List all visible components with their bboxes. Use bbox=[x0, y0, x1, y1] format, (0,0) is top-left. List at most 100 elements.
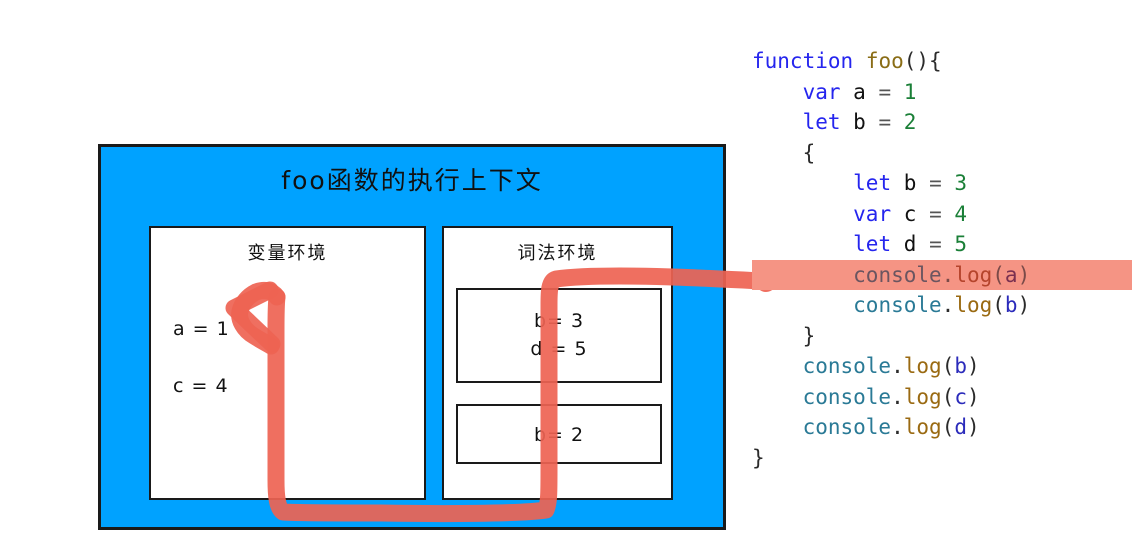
code-token-kw: let bbox=[853, 171, 892, 195]
code-token-punct: ( bbox=[992, 293, 1005, 317]
code-token-kw: let bbox=[802, 110, 841, 134]
code-line: console.log(b) bbox=[752, 290, 1132, 321]
code-token-obj: console bbox=[802, 354, 892, 378]
code-token-arg: a bbox=[1004, 262, 1018, 287]
code-token-punct: . bbox=[941, 293, 955, 317]
code-token-kw: var bbox=[853, 201, 892, 226]
code-token-num: 5 bbox=[954, 232, 968, 256]
code-line: let b = 2 bbox=[752, 107, 1132, 138]
code-token-punct: . bbox=[891, 415, 904, 439]
code-token-kw: var bbox=[802, 79, 841, 104]
code-token-op: = bbox=[878, 79, 892, 104]
code-line: let b = 3 bbox=[752, 168, 1132, 199]
code-token-punct bbox=[891, 80, 904, 104]
code-token-punct: ( bbox=[941, 415, 955, 439]
code-token-punct bbox=[916, 171, 929, 195]
code-token-brace: { bbox=[802, 140, 816, 165]
variable-entry-a: a = 1 bbox=[173, 318, 230, 340]
code-line: var a = 1 bbox=[752, 77, 1132, 108]
code-token-punct bbox=[841, 110, 854, 134]
code-token-fn: log bbox=[903, 354, 942, 378]
code-token-var: a bbox=[853, 79, 866, 104]
code-line: let d = 5 bbox=[752, 229, 1132, 260]
code-token-arg: b bbox=[954, 354, 967, 378]
code-token-var: b bbox=[853, 110, 866, 134]
code-token-punct: . bbox=[891, 354, 904, 378]
code-token-op: = bbox=[929, 171, 942, 195]
code-token-fn: log bbox=[954, 293, 993, 317]
code-line: console.log(d) bbox=[752, 412, 1132, 443]
variable-environment-box: 变量环境 a = 1 c = 4 bbox=[149, 226, 426, 500]
code-token-fn: log bbox=[954, 262, 993, 287]
code-line: console.log(c) bbox=[752, 382, 1132, 413]
code-line: var c = 4 bbox=[752, 199, 1132, 230]
code-line: } bbox=[752, 321, 1132, 352]
code-token-punct bbox=[942, 232, 955, 256]
code-token-obj: console bbox=[853, 262, 942, 287]
scope-entry-b3: b= 3 bbox=[533, 310, 585, 332]
code-token-punct: . bbox=[891, 384, 904, 409]
code-token-kw: function bbox=[752, 49, 854, 73]
code-token-var: d bbox=[903, 232, 917, 256]
code-token-punct: ( bbox=[992, 262, 1005, 287]
execution-context-diagram: foo函数的执行上下文 变量环境 a = 1 c = 4 词法环境 b= 3 d… bbox=[98, 144, 726, 530]
code-token-brace: (){ bbox=[903, 49, 942, 73]
code-line-highlighted: console.log(a) bbox=[752, 259, 1132, 290]
code-line: console.log(b) bbox=[752, 351, 1132, 382]
code-token-arg: c bbox=[954, 384, 967, 409]
code-token-kw: let bbox=[853, 232, 892, 256]
code-token-punct bbox=[942, 171, 955, 195]
code-token-num: 2 bbox=[903, 110, 917, 134]
code-token-punct: ( bbox=[941, 384, 955, 409]
code-token-var: b bbox=[903, 171, 917, 195]
variable-environment-title: 变量环境 bbox=[247, 243, 328, 264]
code-token-punct bbox=[916, 232, 929, 256]
lexical-scope-inner: b= 3 d = 5 bbox=[456, 288, 662, 383]
code-block: function foo(){ var a = 1 let b = 2 { le… bbox=[752, 46, 1132, 473]
code-token-obj: console bbox=[802, 415, 892, 439]
code-token-punct bbox=[891, 110, 904, 134]
code-token-brace: } bbox=[802, 323, 816, 348]
code-token-fn: log bbox=[903, 384, 942, 409]
code-line: { bbox=[752, 138, 1132, 169]
code-token-obj: console bbox=[853, 293, 942, 317]
lexical-environment-box: 词法环境 b= 3 d = 5 b= 2 bbox=[442, 226, 673, 500]
code-token-brace: } bbox=[752, 445, 765, 470]
code-token-op: = bbox=[929, 201, 942, 226]
code-token-op: = bbox=[878, 110, 892, 134]
code-token-num: 1 bbox=[903, 79, 917, 104]
code-token-num: 3 bbox=[954, 171, 968, 195]
code-line: } bbox=[752, 443, 1132, 474]
lexical-environment-title: 词法环境 bbox=[517, 243, 598, 264]
code-token-punct: ) bbox=[967, 415, 980, 439]
scope-entry-d5: d = 5 bbox=[530, 338, 588, 360]
code-token-fn: log bbox=[903, 415, 942, 439]
code-token-punct bbox=[853, 49, 866, 73]
execution-context-title: foo函数的执行上下文 bbox=[281, 166, 543, 195]
code-token-var: c bbox=[903, 201, 917, 226]
lexical-scope-outer: b= 2 bbox=[456, 404, 662, 464]
code-token-punct bbox=[891, 232, 904, 256]
code-token-punct: ( bbox=[941, 354, 955, 378]
code-token-arg: b bbox=[1004, 293, 1018, 317]
code-token-op: = bbox=[929, 232, 942, 256]
code-line: function foo(){ bbox=[752, 46, 1132, 77]
scope-entry-b2: b= 2 bbox=[533, 424, 585, 446]
code-token-punct bbox=[916, 202, 929, 226]
code-token-punct bbox=[866, 80, 879, 104]
code-token-obj: console bbox=[802, 384, 892, 409]
variable-entry-c: c = 4 bbox=[173, 375, 229, 397]
code-token-punct: ) bbox=[967, 354, 980, 378]
code-token-punct: . bbox=[941, 262, 955, 287]
